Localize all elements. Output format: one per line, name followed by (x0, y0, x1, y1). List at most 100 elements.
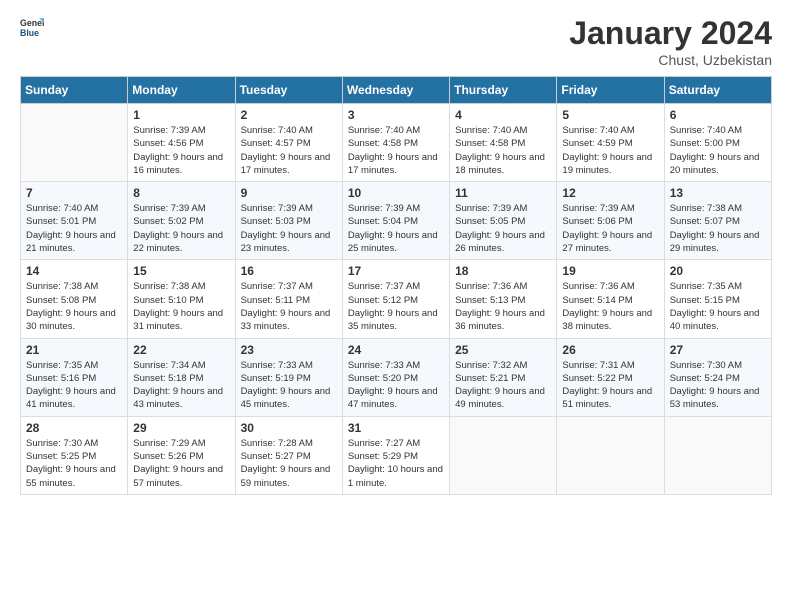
day-number: 11 (455, 186, 551, 200)
day-info: Sunrise: 7:39 AMSunset: 4:56 PMDaylight:… (133, 124, 229, 177)
calendar-cell-w2-d4: 11 Sunrise: 7:39 AMSunset: 5:05 PMDayligh… (450, 182, 557, 260)
day-info: Sunrise: 7:38 AMSunset: 5:08 PMDaylight:… (26, 280, 122, 333)
day-info: Sunrise: 7:38 AMSunset: 5:07 PMDaylight:… (670, 202, 766, 255)
th-friday: Friday (557, 77, 664, 104)
calendar-cell-w4-d0: 21 Sunrise: 7:35 AMSunset: 5:16 PMDayligh… (21, 338, 128, 416)
day-number: 24 (348, 343, 444, 357)
calendar-cell-w1-d3: 3 Sunrise: 7:40 AMSunset: 4:58 PMDaylight… (342, 104, 449, 182)
calendar-cell-w4-d5: 26 Sunrise: 7:31 AMSunset: 5:22 PMDayligh… (557, 338, 664, 416)
day-info: Sunrise: 7:38 AMSunset: 5:10 PMDaylight:… (133, 280, 229, 333)
calendar-cell-w3-d0: 14Sunrise: 7:38 AMSunset: 5:08 PMDayligh… (21, 260, 128, 338)
calendar-cell-w3-d3: 17Sunrise: 7:37 AMSunset: 5:12 PMDayligh… (342, 260, 449, 338)
day-info: Sunrise: 7:40 AMSunset: 4:58 PMDaylight:… (348, 124, 444, 177)
calendar-cell-w1-d0 (21, 104, 128, 182)
logo: General Blue (20, 15, 44, 39)
calendar-cell-w5-d5 (557, 416, 664, 494)
day-info: Sunrise: 7:30 AMSunset: 5:24 PMDaylight:… (670, 359, 766, 412)
calendar-cell-w3-d5: 19 Sunrise: 7:36 AMSunset: 5:14 PMDayligh… (557, 260, 664, 338)
calendar-cell-w4-d4: 25Sunrise: 7:32 AMSunset: 5:21 PMDayligh… (450, 338, 557, 416)
location-subtitle: Chust, Uzbekistan (569, 52, 772, 68)
day-number: 26 (562, 343, 658, 357)
day-info: Sunrise: 7:39 AMSunset: 5:03 PMDaylight:… (241, 202, 337, 255)
day-number: 31 (348, 421, 444, 435)
week-row-2: 7 Sunrise: 7:40 AMSunset: 5:01 PMDaylight… (21, 182, 772, 260)
day-number: 6 (670, 108, 766, 122)
day-info: Sunrise: 7:40 AMSunset: 4:57 PMDaylight:… (241, 124, 337, 177)
day-info: Sunrise: 7:37 AMSunset: 5:11 PMDaylight:… (241, 280, 337, 333)
day-number: 13 (670, 186, 766, 200)
calendar-cell-w5-d1: 29 Sunrise: 7:29 AMSunset: 5:26 PMDayligh… (128, 416, 235, 494)
day-info: Sunrise: 7:36 AMSunset: 5:14 PMDaylight:… (562, 280, 658, 333)
day-info: Sunrise: 7:32 AMSunset: 5:21 PMDaylight:… (455, 359, 551, 412)
day-info: Sunrise: 7:40 AMSunset: 5:01 PMDaylight:… (26, 202, 122, 255)
calendar-cell-w1-d4: 4Sunrise: 7:40 AMSunset: 4:58 PMDaylight… (450, 104, 557, 182)
th-thursday: Thursday (450, 77, 557, 104)
day-number: 8 (133, 186, 229, 200)
day-number: 30 (241, 421, 337, 435)
calendar-cell-w1-d5: 5 Sunrise: 7:40 AMSunset: 4:59 PMDaylight… (557, 104, 664, 182)
day-info: Sunrise: 7:37 AMSunset: 5:12 PMDaylight:… (348, 280, 444, 333)
calendar-cell-w5-d3: 31 Sunrise: 7:27 AMSunset: 5:29 PMDayligh… (342, 416, 449, 494)
day-info: Sunrise: 7:31 AMSunset: 5:22 PMDaylight:… (562, 359, 658, 412)
day-number: 1 (133, 108, 229, 122)
day-info: Sunrise: 7:40 AMSunset: 4:59 PMDaylight:… (562, 124, 658, 177)
header-row: General Blue January 2024 Chust, Uzbekis… (20, 15, 772, 68)
calendar-cell-w4-d1: 22Sunrise: 7:34 AMSunset: 5:18 PMDayligh… (128, 338, 235, 416)
day-info: Sunrise: 7:27 AMSunset: 5:29 PMDaylight:… (348, 437, 444, 490)
calendar-cell-w2-d3: 10 Sunrise: 7:39 AMSunset: 5:04 PMDayligh… (342, 182, 449, 260)
day-info: Sunrise: 7:33 AMSunset: 5:19 PMDaylight:… (241, 359, 337, 412)
weekday-header-row: Sunday Monday Tuesday Wednesday Thursday… (21, 77, 772, 104)
day-number: 18 (455, 264, 551, 278)
day-number: 16 (241, 264, 337, 278)
calendar-cell-w5-d4 (450, 416, 557, 494)
th-wednesday: Wednesday (342, 77, 449, 104)
day-number: 23 (241, 343, 337, 357)
month-year-title: January 2024 (569, 15, 772, 52)
day-number: 10 (348, 186, 444, 200)
day-info: Sunrise: 7:39 AMSunset: 5:05 PMDaylight:… (455, 202, 551, 255)
calendar-cell-w5-d2: 30Sunrise: 7:28 AMSunset: 5:27 PMDayligh… (235, 416, 342, 494)
day-number: 19 (562, 264, 658, 278)
day-number: 15 (133, 264, 229, 278)
day-number: 29 (133, 421, 229, 435)
logo-icon: General Blue (20, 15, 44, 39)
day-info: Sunrise: 7:39 AMSunset: 5:02 PMDaylight:… (133, 202, 229, 255)
calendar-cell-w2-d2: 9 Sunrise: 7:39 AMSunset: 5:03 PMDaylight… (235, 182, 342, 260)
th-saturday: Saturday (664, 77, 771, 104)
calendar-cell-w1-d1: 1 Sunrise: 7:39 AMSunset: 4:56 PMDaylight… (128, 104, 235, 182)
week-row-4: 21 Sunrise: 7:35 AMSunset: 5:16 PMDayligh… (21, 338, 772, 416)
main-container: General Blue January 2024 Chust, Uzbekis… (0, 0, 792, 505)
day-number: 3 (348, 108, 444, 122)
calendar-table: Sunday Monday Tuesday Wednesday Thursday… (20, 76, 772, 495)
calendar-cell-w3-d2: 16 Sunrise: 7:37 AMSunset: 5:11 PMDayligh… (235, 260, 342, 338)
day-info: Sunrise: 7:29 AMSunset: 5:26 PMDaylight:… (133, 437, 229, 490)
week-row-1: 1 Sunrise: 7:39 AMSunset: 4:56 PMDaylight… (21, 104, 772, 182)
day-info: Sunrise: 7:35 AMSunset: 5:16 PMDaylight:… (26, 359, 122, 412)
th-sunday: Sunday (21, 77, 128, 104)
day-number: 2 (241, 108, 337, 122)
calendar-cell-w2-d1: 8 Sunrise: 7:39 AMSunset: 5:02 PMDaylight… (128, 182, 235, 260)
calendar-cell-w3-d1: 15 Sunrise: 7:38 AMSunset: 5:10 PMDayligh… (128, 260, 235, 338)
day-number: 7 (26, 186, 122, 200)
day-info: Sunrise: 7:39 AMSunset: 5:04 PMDaylight:… (348, 202, 444, 255)
calendar-cell-w3-d4: 18 Sunrise: 7:36 AMSunset: 5:13 PMDayligh… (450, 260, 557, 338)
calendar-cell-w5-d0: 28Sunrise: 7:30 AMSunset: 5:25 PMDayligh… (21, 416, 128, 494)
week-row-5: 28Sunrise: 7:30 AMSunset: 5:25 PMDayligh… (21, 416, 772, 494)
day-number: 5 (562, 108, 658, 122)
calendar-cell-w5-d6 (664, 416, 771, 494)
day-info: Sunrise: 7:36 AMSunset: 5:13 PMDaylight:… (455, 280, 551, 333)
day-info: Sunrise: 7:39 AMSunset: 5:06 PMDaylight:… (562, 202, 658, 255)
svg-text:Blue: Blue (20, 28, 39, 38)
calendar-cell-w4-d3: 24 Sunrise: 7:33 AMSunset: 5:20 PMDayligh… (342, 338, 449, 416)
day-number: 12 (562, 186, 658, 200)
calendar-cell-w2-d0: 7 Sunrise: 7:40 AMSunset: 5:01 PMDaylight… (21, 182, 128, 260)
title-block: January 2024 Chust, Uzbekistan (569, 15, 772, 68)
day-number: 21 (26, 343, 122, 357)
day-number: 9 (241, 186, 337, 200)
calendar-cell-w1-d6: 6 Sunrise: 7:40 AMSunset: 5:00 PMDaylight… (664, 104, 771, 182)
day-number: 28 (26, 421, 122, 435)
day-info: Sunrise: 7:33 AMSunset: 5:20 PMDaylight:… (348, 359, 444, 412)
day-number: 20 (670, 264, 766, 278)
day-info: Sunrise: 7:40 AMSunset: 5:00 PMDaylight:… (670, 124, 766, 177)
svg-text:General: General (20, 18, 44, 28)
